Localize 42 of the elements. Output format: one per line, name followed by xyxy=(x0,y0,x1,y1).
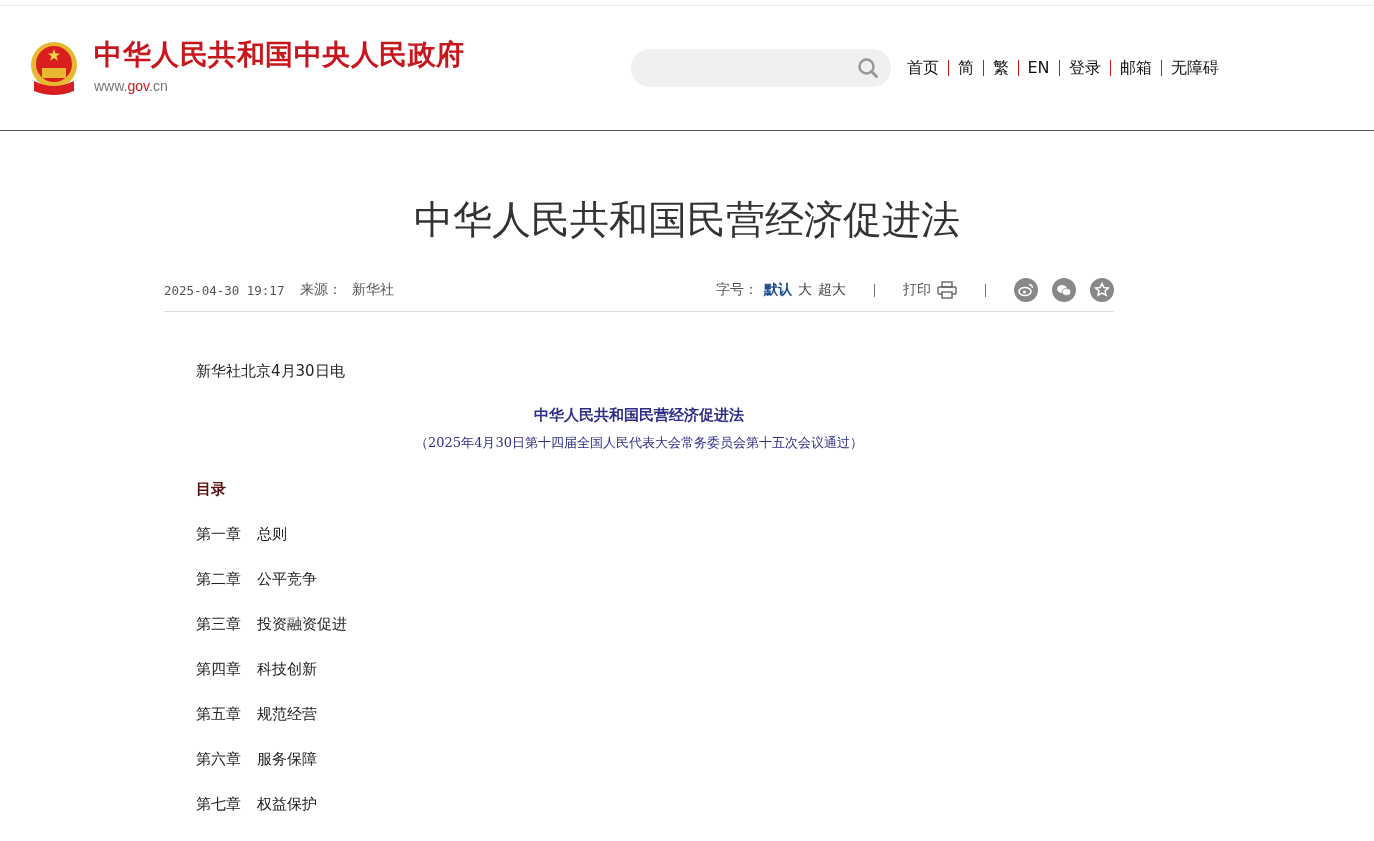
print-link[interactable]: 打印 xyxy=(903,281,931,299)
nav-link[interactable]: 邮箱 xyxy=(1109,60,1161,76)
site-name[interactable]: 中华人民共和国中央人民政府 xyxy=(94,36,465,74)
search-field[interactable] xyxy=(630,49,891,87)
nav-link[interactable]: 无障碍 xyxy=(1160,60,1228,76)
printer-icon[interactable] xyxy=(937,281,957,299)
source-label: 来源： xyxy=(300,281,343,299)
font-size-option[interactable]: 超大 xyxy=(818,281,846,299)
font-size-option[interactable]: 大 xyxy=(798,281,812,299)
chapter-name: 科技创新 xyxy=(257,659,317,680)
chapter-name: 总则 xyxy=(257,524,287,545)
chapter-number: 第六章 xyxy=(196,749,241,770)
law-note: （2025年4月30日第十四届全国人民代表大会常务委员会第十五次会议通过） xyxy=(414,434,864,452)
chapter-name: 规范经营 xyxy=(257,704,317,725)
nav-link[interactable]: 简 xyxy=(947,60,983,76)
chapter-number: 第三章 xyxy=(196,614,241,635)
publish-date: 2025-04-30 19:17 xyxy=(164,282,285,298)
toc-heading: 目录 xyxy=(196,479,227,500)
weibo-icon[interactable] xyxy=(1014,278,1038,302)
font-size-option[interactable]: 默认 xyxy=(764,281,792,299)
chapter-name: 投资融资促进 xyxy=(257,614,347,635)
chapter-name: 权益保护 xyxy=(257,794,317,815)
nav-link[interactable]: EN xyxy=(1017,60,1059,76)
article-title: 中华人民共和国民营经济促进法 xyxy=(413,196,961,244)
nav-link[interactable]: 繁 xyxy=(982,60,1018,76)
search-icon[interactable] xyxy=(856,57,879,79)
chapter-name: 公平竞争 xyxy=(257,569,317,590)
font-size-label: 字号： xyxy=(716,281,758,299)
nav-link[interactable]: 登录 xyxy=(1058,60,1110,76)
wechat-icon[interactable] xyxy=(1052,278,1076,302)
chapter-number: 第四章 xyxy=(196,659,241,680)
site-domain: www.gov.cn xyxy=(94,78,169,94)
chapter-name: 服务保障 xyxy=(257,749,317,770)
chapter-number: 第二章 xyxy=(196,569,241,590)
dateline: 新华社北京4月30日电 xyxy=(196,361,346,382)
law-title: 中华人民共和国民营经济促进法 xyxy=(533,405,745,426)
chapter-number: 第七章 xyxy=(196,794,241,815)
source-name: 新华社 xyxy=(352,281,395,299)
chapter-number: 第五章 xyxy=(196,704,241,725)
chapter-number: 第一章 xyxy=(196,524,241,545)
nav-link[interactable]: 首页 xyxy=(904,60,948,76)
emblem-icon xyxy=(28,41,80,95)
